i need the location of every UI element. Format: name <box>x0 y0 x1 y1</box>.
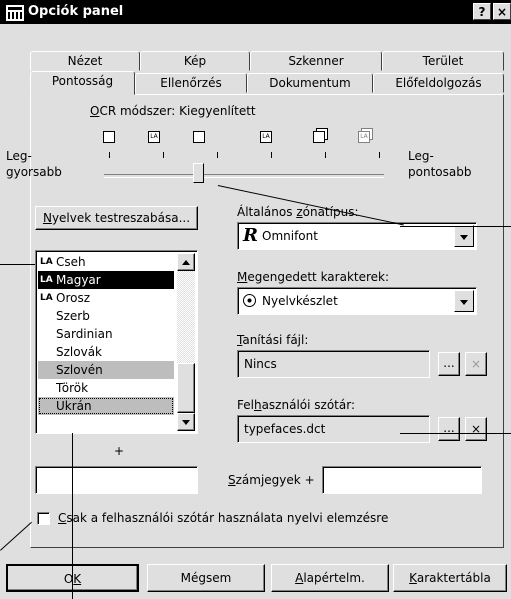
la-icon: LA <box>40 293 53 303</box>
help-button[interactable]: ? <box>473 3 491 20</box>
scroll-thumb[interactable] <box>177 363 195 413</box>
customize-languages-button[interactable]: Nyelvek testreszabása... <box>35 206 198 230</box>
options-dialog: Opciók panel ? × Nézet Kép Szkenner Terü… <box>0 0 511 599</box>
scroll-up-arrow-icon <box>182 260 190 265</box>
allowed-chars-value: Nyelvkészlet <box>262 294 338 308</box>
digits-input[interactable] <box>322 466 482 494</box>
training-file-label: Tanítási fájl: <box>237 333 309 347</box>
language-list-scrollbar[interactable] <box>177 253 195 431</box>
list-item[interactable]: Szerb <box>38 307 174 325</box>
close-button[interactable]: × <box>493 3 511 20</box>
tab-kep[interactable]: Kép <box>140 51 250 71</box>
list-item[interactable]: Szlovén <box>38 361 174 379</box>
slider-right-label-line2: pontosabb <box>408 165 472 179</box>
ocr-method-label: OCR módszer: Kiegyenlített <box>90 104 256 118</box>
blank-square-icon <box>103 131 115 143</box>
slider-left-label-line2: gyorsabb <box>6 165 62 179</box>
dictionary-only-label: Csak a felhasználói szótár használata ny… <box>58 511 389 525</box>
slider-left-label-line1: Leg- <box>6 149 32 163</box>
slider-tick <box>271 152 272 158</box>
chevron-down-icon[interactable] <box>454 225 474 247</box>
slider-track <box>104 174 384 178</box>
tab-nezet[interactable]: Nézet <box>30 51 140 71</box>
omnifont-icon: R <box>243 225 258 246</box>
cancel-button[interactable]: Mégsem <box>147 564 265 592</box>
allowed-chars-label: Megengedett karakterek: <box>237 270 390 284</box>
globe-icon <box>243 294 256 307</box>
tab-ellenorzes[interactable]: Ellenőrzés <box>135 73 247 93</box>
character-table-button[interactable]: Karaktertábla <box>393 564 507 592</box>
defaults-button[interactable]: Alapértelm. <box>271 564 389 592</box>
callout-line <box>72 433 73 599</box>
tab-dokumentum[interactable]: Dokumentum <box>247 73 373 93</box>
list-item[interactable]: Ukrán <box>38 397 174 415</box>
user-dictionary-browse-button[interactable]: ... <box>438 417 460 441</box>
slider-thumb[interactable] <box>192 163 204 183</box>
slider-tick <box>109 152 110 158</box>
list-item[interactable]: Sardinian <box>38 325 174 343</box>
training-file-field[interactable]: Nincs <box>237 350 430 378</box>
app-icon <box>6 5 24 21</box>
dictionary-only-checkbox[interactable] <box>37 512 50 525</box>
slider-tick <box>217 152 218 158</box>
additional-chars-input[interactable] <box>35 466 198 494</box>
list-item[interactable]: LA Magyar <box>38 271 174 289</box>
slider-tick <box>379 152 380 158</box>
user-dictionary-field[interactable]: typefaces.dct <box>237 415 430 443</box>
stacked-la-pages-icon: LA <box>358 131 370 143</box>
user-dictionary-label: Felhasználói szótár: <box>237 398 355 412</box>
tab-pontossag[interactable]: Pontosság <box>30 71 135 95</box>
list-item[interactable]: LA Orosz <box>38 289 174 307</box>
tab-elofeldolgozas[interactable]: Előfeldolgozás <box>373 73 504 93</box>
scroll-down-button[interactable] <box>177 413 195 431</box>
training-file-value: Nincs <box>244 357 277 371</box>
la-icon: LA <box>40 275 53 285</box>
zone-type-value: Omnifont <box>262 229 318 243</box>
callout-line <box>0 264 35 265</box>
scroll-up-button[interactable] <box>177 253 195 271</box>
callout-line <box>0 521 32 551</box>
la-page-icon: LA <box>148 131 160 143</box>
callout-line <box>400 433 511 434</box>
user-dictionary-value: typefaces.dct <box>244 422 326 436</box>
title-bar[interactable]: Opciók panel ? × <box>0 0 511 24</box>
training-file-browse-button[interactable]: ... <box>438 352 460 376</box>
stacked-pages-icon <box>313 131 325 143</box>
la-icon: LA <box>40 257 53 267</box>
tab-szkenner[interactable]: Szkenner <box>250 51 382 71</box>
language-plus-label: + <box>114 444 125 458</box>
page-icon <box>193 131 205 143</box>
slider-tick <box>325 152 326 158</box>
slider-right-label-line1: Leg- <box>408 149 434 163</box>
language-list[interactable]: LA Cseh LA Magyar LA Orosz Szerb Sardinian … <box>35 250 198 434</box>
list-item[interactable]: Szlovák <box>38 343 174 361</box>
chevron-down-icon[interactable] <box>454 290 474 312</box>
tab-terulet[interactable]: Terület <box>382 51 504 71</box>
list-item[interactable]: Török <box>38 379 174 397</box>
la-page-icon: LA <box>260 131 272 143</box>
list-item[interactable]: LA Cseh <box>38 253 174 271</box>
callout-line <box>400 226 511 227</box>
digits-label: Számjegyek + <box>228 473 315 487</box>
allowed-chars-dropdown[interactable]: Nyelvkészlet <box>237 287 477 315</box>
training-file-clear-button[interactable]: × <box>465 352 487 376</box>
user-dictionary-clear-button[interactable]: × <box>465 417 487 441</box>
slider-tick <box>163 152 164 158</box>
scroll-down-arrow-icon <box>182 420 190 425</box>
window-title: Opciók panel <box>28 4 124 19</box>
